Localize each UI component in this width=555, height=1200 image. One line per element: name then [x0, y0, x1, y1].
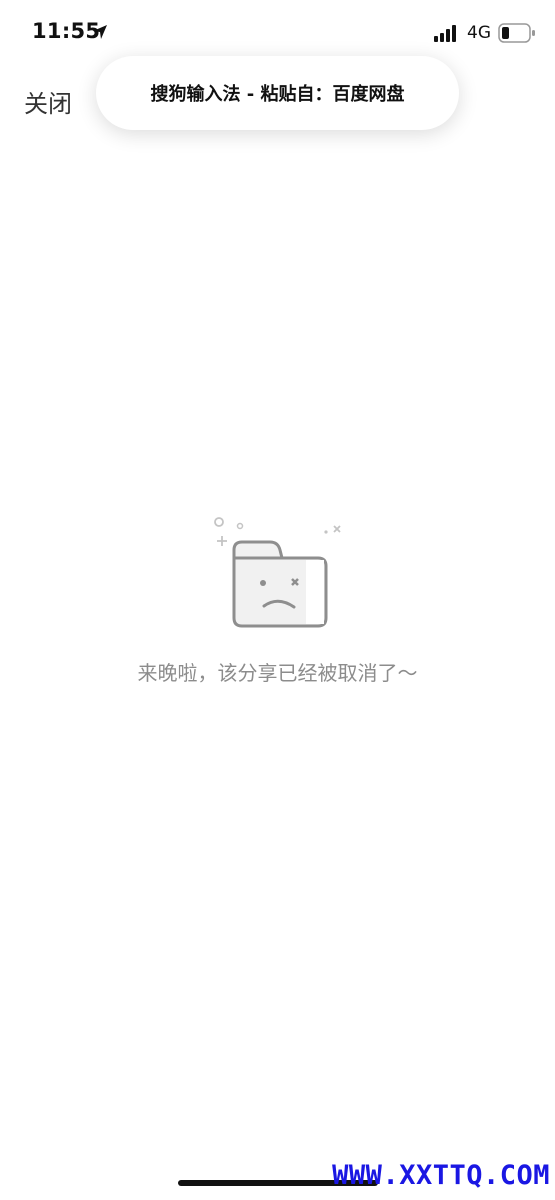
paste-notification-text: 搜狗输入法 - 粘贴自：百度网盘: [150, 84, 405, 105]
battery-low-icon: [498, 23, 535, 43]
sad-folder-icon: [214, 517, 341, 628]
close-button[interactable]: 关闭: [24, 84, 72, 119]
share-cancelled-message: 来晚啦，该分享已经被取消了～: [137, 661, 418, 685]
paste-notification-banner: 搜狗输入法 - 粘贴自：百度网盘: [96, 56, 459, 130]
network-type-label: 4G: [467, 23, 491, 43]
location-arrow-icon: [93, 25, 107, 39]
site-watermark: WWW.XXTTQ.COM: [332, 1160, 550, 1191]
cellular-signal-icon: [434, 25, 456, 42]
status-time: 11:55: [32, 19, 101, 43]
